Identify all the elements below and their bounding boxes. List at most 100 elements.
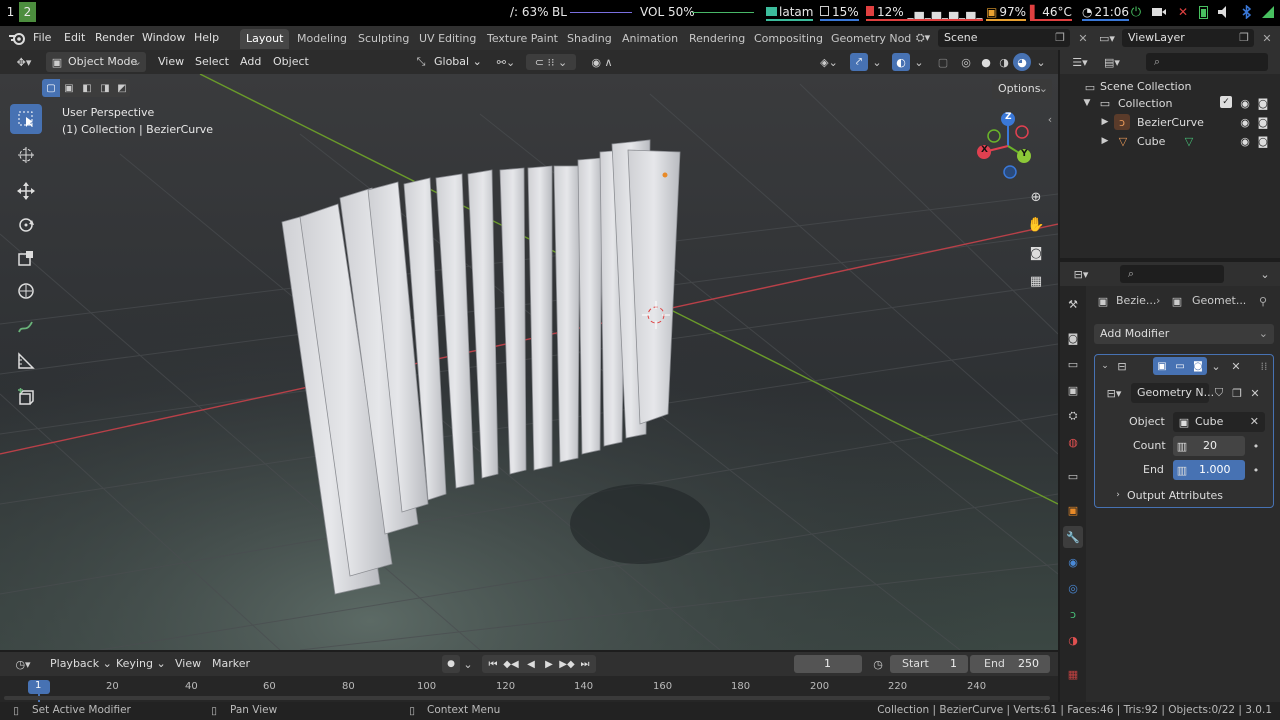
wireframe-shading-icon[interactable]: ◎: [958, 55, 974, 69]
overlay-dropdown-icon[interactable]: ⌄: [912, 55, 926, 69]
node-group-field[interactable]: Geometry N...: [1131, 383, 1214, 403]
tool-tab-icon[interactable]: ⚒: [1065, 296, 1081, 312]
bluetooth-icon[interactable]: [1240, 5, 1254, 19]
duplicate-icon[interactable]: ❐: [1229, 385, 1245, 401]
rendered-shading-icon[interactable]: ◕: [1013, 53, 1031, 71]
transform-tool[interactable]: [10, 276, 42, 306]
view-layer-tab-icon[interactable]: ▣: [1065, 382, 1081, 398]
prev-keyframe-icon[interactable]: ◆◀: [502, 657, 520, 671]
menu-playback[interactable]: Playback ⌄: [50, 657, 112, 670]
texture-tab-icon[interactable]: ▦: [1065, 666, 1081, 682]
add-modifier-dropdown[interactable]: Add Modifier ⌄: [1094, 324, 1274, 344]
menu-add[interactable]: Add: [240, 55, 261, 68]
xray-icon[interactable]: ▢: [936, 55, 950, 69]
viewlayer-field[interactable]: ViewLayer ❐: [1122, 29, 1254, 47]
options-dropdown[interactable]: Options ⌄: [992, 79, 1052, 99]
start-frame-field[interactable]: Start 1: [890, 655, 968, 673]
timeline-editor-icon[interactable]: ◷▾: [10, 656, 36, 672]
render-toggle-icon[interactable]: ◙: [1189, 357, 1207, 375]
mode-dropdown[interactable]: ▣ Object Mode ⌄: [46, 52, 146, 72]
outliner-search-input[interactable]: ⌕: [1146, 53, 1268, 71]
remove-modifier-icon[interactable]: ✕: [1229, 359, 1243, 373]
network-tray-icon[interactable]: [1260, 4, 1276, 20]
object-tab-icon[interactable]: ▣: [1065, 502, 1081, 518]
copy-viewlayer-icon[interactable]: ❐: [1238, 31, 1250, 44]
zoom-icon[interactable]: ⊕: [1026, 187, 1046, 207]
camera-view-icon[interactable]: ◙: [1026, 243, 1046, 263]
tab-rendering[interactable]: Rendering: [683, 29, 751, 49]
select-subtract-icon[interactable]: ◧: [78, 79, 96, 97]
tab-uv-editing[interactable]: UV Editing: [413, 29, 482, 49]
outliner-row-beziercurve[interactable]: ▶ ↄ BezierCurve ◉ ◙: [1060, 113, 1280, 131]
rotate-tool[interactable]: [10, 210, 42, 240]
copy-scene-icon[interactable]: ❐: [1054, 31, 1066, 44]
volume-tray-icon[interactable]: [1218, 5, 1232, 19]
tab-modeling[interactable]: Modeling: [291, 29, 353, 49]
node-tree-selector-icon[interactable]: ⊟▾: [1101, 385, 1127, 401]
tab-shading[interactable]: Shading: [561, 29, 618, 49]
menu-help[interactable]: Help: [194, 30, 219, 46]
scene-field[interactable]: Scene ❐: [938, 29, 1070, 47]
checkbox-icon[interactable]: ✓: [1220, 96, 1232, 108]
add-cube-tool[interactable]: [10, 382, 42, 412]
pivot-icon[interactable]: ⚯⌄: [494, 55, 518, 69]
gizmo-dropdown-icon[interactable]: ⌄: [870, 55, 884, 69]
gizmo-toggle-icon[interactable]: ⤤: [850, 53, 868, 71]
move-tool[interactable]: [10, 176, 42, 206]
stopwatch-icon[interactable]: ◷: [870, 656, 886, 672]
fake-user-shield-icon[interactable]: ⛉: [1211, 385, 1227, 401]
properties-search-input[interactable]: ⌕: [1120, 265, 1224, 283]
orientation-dropdown[interactable]: Global ⌄: [434, 55, 482, 68]
outliner-type-icon[interactable]: ☰▾: [1068, 54, 1092, 70]
properties-type-icon[interactable]: ⊟▾: [1068, 266, 1094, 282]
properties-options-icon[interactable]: ⌄: [1258, 266, 1272, 282]
blender-logo-icon[interactable]: [8, 30, 26, 46]
camera-render-icon[interactable]: ◙: [1256, 96, 1270, 110]
annotate-tool[interactable]: [10, 312, 42, 342]
menu-select[interactable]: Select: [195, 55, 229, 68]
proportional-editing-icon[interactable]: ◉ ∧: [580, 54, 624, 70]
next-keyframe-icon[interactable]: ▶◆: [558, 657, 576, 671]
jump-end-icon[interactable]: ⏭: [576, 657, 594, 671]
timeline-scrollbar[interactable]: [4, 696, 1050, 700]
material-tab-icon[interactable]: ◑: [1065, 632, 1081, 648]
select-invert-icon[interactable]: ◨: [96, 79, 114, 97]
scene-selector-icon[interactable]: ⛭▾: [912, 31, 934, 45]
jump-start-icon[interactable]: ⏮: [484, 657, 502, 671]
count-field[interactable]: ▥ 20: [1173, 436, 1245, 456]
eye-icon[interactable]: ◉: [1238, 96, 1252, 110]
tab-animation[interactable]: Animation: [616, 29, 684, 49]
workspace-1[interactable]: 1: [2, 2, 19, 22]
record-options-icon[interactable]: ⌄: [462, 657, 474, 671]
world-tab-icon[interactable]: ◍: [1065, 434, 1081, 450]
mesh-data-icon[interactable]: ▽: [1182, 134, 1196, 148]
output-attributes-label[interactable]: Output Attributes: [1127, 489, 1223, 502]
menu-object[interactable]: Object: [273, 55, 309, 68]
expand-right-icon[interactable]: ▶: [1100, 116, 1110, 128]
tab-layout[interactable]: Layout: [240, 29, 290, 49]
overlay-toggle-icon[interactable]: ◐: [892, 53, 910, 71]
select-new-icon[interactable]: ▢: [42, 79, 60, 97]
snap-icon[interactable]: ⊂ ⁝⁝ ⌄: [526, 54, 576, 70]
particles-tab-icon[interactable]: ◉: [1065, 554, 1081, 570]
play-icon[interactable]: ▶: [540, 657, 558, 671]
menu-keying[interactable]: Keying ⌄: [116, 657, 166, 670]
edit-mode-toggle-icon[interactable]: ▣: [1153, 357, 1171, 375]
scene-tab-icon[interactable]: ⛭: [1065, 408, 1081, 424]
end-frame-field[interactable]: End 250: [970, 655, 1050, 673]
viewlayer-selector-icon[interactable]: ▭▾: [1096, 31, 1118, 45]
select-intersect-icon[interactable]: ◩: [114, 79, 130, 97]
play-reverse-icon[interactable]: ◀: [522, 657, 540, 671]
workspace-2[interactable]: 2: [19, 2, 36, 22]
scene-collection-label[interactable]: Scene Collection: [1100, 80, 1191, 93]
outliner-row-collection[interactable]: ▼ ▭ Collection ✓ ◉ ◙: [1060, 94, 1280, 112]
collapse-icon[interactable]: ⌄: [1099, 360, 1111, 372]
nodes-modifier-icon[interactable]: ⊟: [1115, 359, 1129, 373]
physics-tab-icon[interactable]: ◎: [1065, 580, 1081, 596]
menu-file[interactable]: File: [33, 30, 51, 46]
menu-marker[interactable]: Marker: [212, 657, 250, 670]
scale-tool[interactable]: [10, 243, 42, 273]
render-tab-icon[interactable]: ◙: [1065, 330, 1081, 346]
measure-tool[interactable]: [10, 346, 42, 376]
modifier-menu-icon[interactable]: ⌄: [1209, 359, 1223, 373]
